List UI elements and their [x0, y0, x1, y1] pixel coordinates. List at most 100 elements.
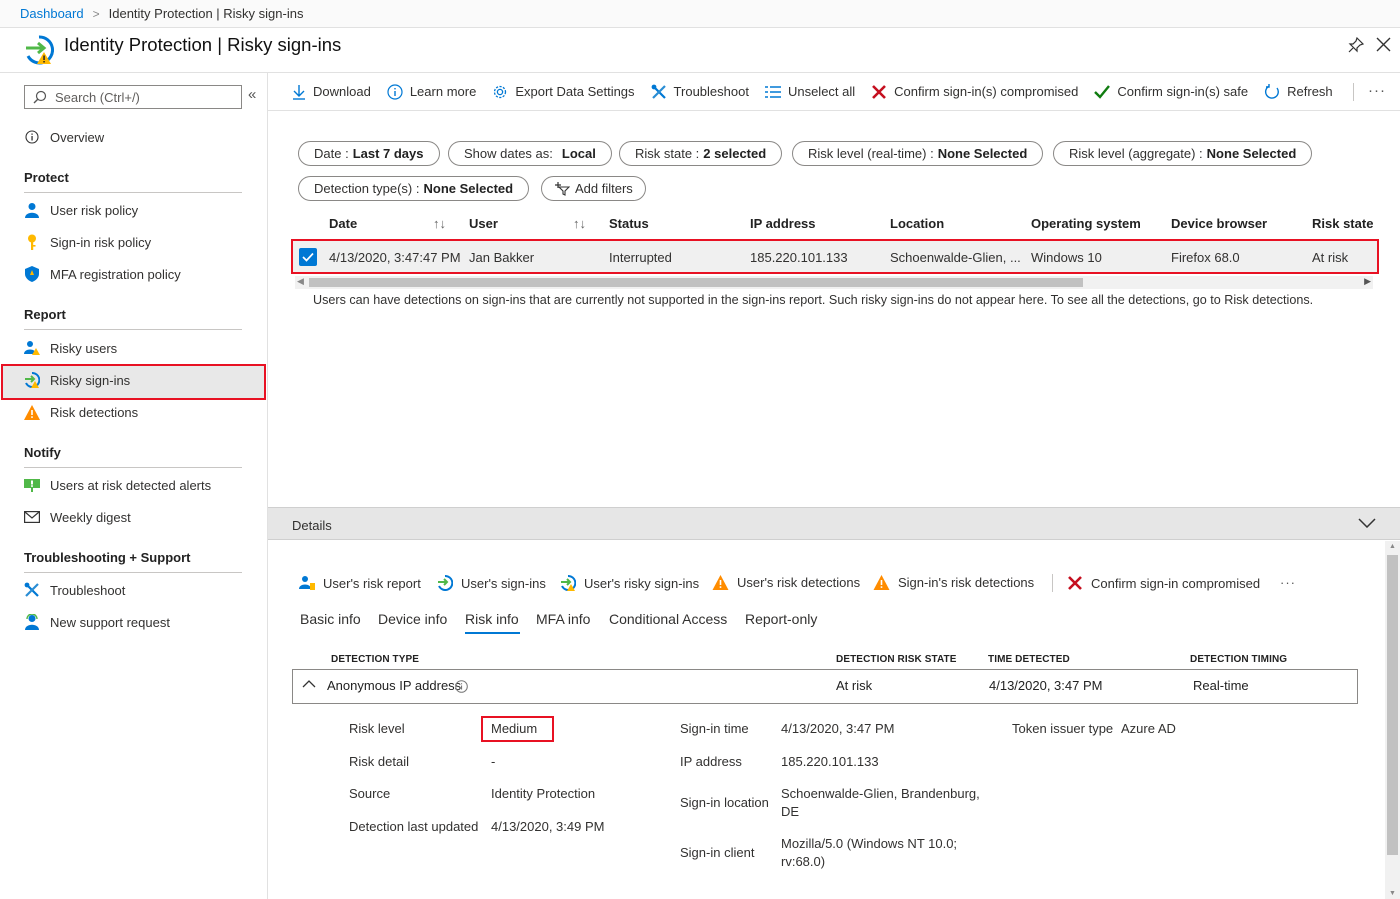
filter-detection-types[interactable]: Detection type(s) : None Selected	[298, 176, 530, 201]
sidebar-search-input[interactable]: Search (Ctrl+/)	[24, 85, 242, 109]
cell-ip-address: 185.220.101.133	[750, 250, 848, 265]
risk-level-value: Medium	[491, 721, 538, 736]
sign-in-time-label: Sign-in time	[680, 721, 749, 736]
sidebar-item-label: New support request	[50, 614, 170, 630]
filter-risk-level-aggregate[interactable]: Risk level (aggregate) : None Selected	[1053, 141, 1313, 166]
users-risk-report-button[interactable]: User's risk report	[299, 575, 421, 591]
column-header-date[interactable]: Date	[329, 216, 357, 231]
sidebar-item-risky-users[interactable]: Risky users	[24, 334, 117, 362]
download-button[interactable]: Download	[292, 84, 371, 100]
sign-ins-risk-detections-button[interactable]: Sign-in's risk detections	[873, 575, 1034, 590]
tab-device-info[interactable]: Device info	[378, 611, 447, 627]
detection-risk-state: At risk	[836, 678, 873, 693]
row-checkbox[interactable]	[299, 248, 317, 266]
chevron-up-icon[interactable]	[302, 680, 316, 688]
filter-date[interactable]: Date : Last 7 days	[298, 141, 440, 166]
info-icon[interactable]	[455, 680, 468, 693]
sign-in-client-label: Sign-in client	[680, 845, 755, 860]
filter-risk-state[interactable]: Risk state :2 selected	[619, 141, 783, 166]
filter-label: Date :	[314, 146, 349, 161]
users-risky-sign-ins-button[interactable]: User's risky sign-ins	[560, 575, 699, 591]
filter-label: Risk state :	[635, 146, 700, 161]
add-filters-button[interactable]: Add filters	[541, 176, 646, 201]
close-icon[interactable]	[1376, 37, 1391, 52]
search-placeholder: Search (Ctrl+/)	[55, 89, 140, 105]
column-header-device-browser[interactable]: Device browser	[1171, 216, 1267, 231]
troubleshoot-button[interactable]: Troubleshoot	[651, 84, 749, 100]
sidebar-item-label: Overview	[50, 129, 105, 145]
refresh-button[interactable]: Refresh	[1264, 83, 1333, 100]
vertical-scrollbar[interactable]: ▲ ▼	[1385, 541, 1400, 899]
sign-in-icon	[437, 575, 453, 591]
filter-show-dates[interactable]: Show dates as: Local	[448, 141, 612, 166]
sidebar-item-overview[interactable]: Overview	[24, 123, 104, 151]
export-data-settings-button[interactable]: Export Data Settings	[492, 84, 635, 100]
cell-location: Schoenwalde-Glien, ...	[890, 250, 1021, 265]
column-header-risk-state[interactable]: Risk state	[1312, 216, 1373, 231]
collapse-sidebar-icon[interactable]: «	[248, 86, 256, 103]
scroll-left-icon[interactable]: ◀	[297, 276, 304, 287]
detection-type: Anonymous IP address	[327, 678, 462, 693]
sign-in-location-value-line1: Schoenwalde-Glien, Brandenburg,	[781, 786, 980, 801]
pin-icon[interactable]	[1348, 37, 1364, 53]
scroll-right-icon[interactable]: ▶	[1364, 276, 1371, 287]
filter-risk-level-realtime[interactable]: Risk level (real-time) : None Selected	[792, 141, 1044, 166]
sidebar-divider	[24, 329, 242, 330]
sidebar-item-users-at-risk-alerts[interactable]: Users at risk detected alerts	[24, 471, 211, 499]
sidebar-item-mfa-registration-policy[interactable]: MFA registration policy	[24, 260, 181, 288]
checkmark-icon	[1094, 84, 1111, 99]
token-issuer-type-value: Azure AD	[1121, 721, 1176, 736]
sort-icon[interactable]: ↑↓	[433, 216, 446, 231]
tab-basic-info[interactable]: Basic info	[300, 611, 361, 627]
sidebar-item-sign-in-risk-policy[interactable]: Sign-in risk policy	[24, 228, 151, 256]
scrollbar-thumb[interactable]	[309, 278, 1083, 287]
confirm-safe-button[interactable]: Confirm sign-in(s) safe	[1094, 84, 1248, 99]
sort-icon[interactable]: ↑↓	[573, 216, 586, 231]
column-header-operating-system[interactable]: Operating system	[1031, 216, 1141, 231]
confirm-sign-in-compromised-button[interactable]: Confirm sign-in compromised	[1067, 575, 1260, 591]
risk-level-label: Risk level	[349, 721, 405, 736]
scroll-down-icon[interactable]: ▼	[1389, 890, 1396, 897]
users-sign-ins-button[interactable]: User's sign-ins	[437, 575, 546, 591]
sign-in-location-value-line2: DE	[781, 804, 800, 819]
x-mark-icon	[871, 84, 887, 100]
sidebar-divider	[24, 192, 242, 193]
unselect-all-button[interactable]: Unselect all	[764, 84, 855, 99]
sidebar-divider	[24, 572, 242, 573]
sidebar-section-support: Troubleshooting + Support	[24, 550, 191, 565]
chevron-down-icon[interactable]	[1358, 518, 1376, 528]
tab-conditional-access[interactable]: Conditional Access	[609, 611, 727, 627]
users-risk-detections-button[interactable]: User's risk detections	[712, 575, 860, 590]
sidebar-item-new-support-request[interactable]: New support request	[24, 608, 170, 636]
scroll-up-icon[interactable]: ▲	[1389, 543, 1396, 550]
tab-report-only[interactable]: Report-only	[745, 611, 817, 627]
alert-flag-icon	[24, 477, 40, 493]
horizontal-scrollbar[interactable]: ◀ ▶	[295, 276, 1373, 289]
filter-value: None Selected	[423, 181, 514, 196]
sidebar-item-troubleshoot[interactable]: Troubleshoot	[24, 576, 125, 604]
sidebar-item-risk-detections[interactable]: Risk detections	[24, 398, 138, 426]
column-header-location[interactable]: Location	[890, 216, 944, 231]
confirm-compromised-button[interactable]: Confirm sign-in(s) compromised	[871, 84, 1078, 100]
more-options-icon[interactable]: ···	[1368, 82, 1386, 99]
command-label: Sign-in's risk detections	[898, 575, 1035, 590]
tab-mfa-info[interactable]: MFA info	[536, 611, 590, 627]
details-panel-header[interactable]: Details	[268, 507, 1400, 540]
breadcrumb-dashboard-link[interactable]: Dashboard	[20, 6, 84, 21]
column-header-user[interactable]: User	[469, 216, 498, 231]
sidebar-item-risky-sign-ins[interactable]: Risky sign-ins	[24, 366, 130, 394]
sidebar-item-weekly-digest[interactable]: Weekly digest	[24, 503, 131, 531]
sidebar-item-user-risk-policy[interactable]: User risk policy	[24, 196, 138, 224]
column-header-status[interactable]: Status	[609, 216, 649, 231]
warning-icon	[873, 575, 890, 590]
cell-date: 4/13/2020, 3:47:47 PM	[329, 250, 461, 265]
scrollbar-thumb[interactable]	[1387, 555, 1398, 855]
filter-value: None Selected	[937, 146, 1028, 161]
details-more-options-icon[interactable]: ···	[1280, 575, 1296, 590]
risk-detail-label: Risk detail	[349, 754, 409, 769]
sign-in-time-value: 4/13/2020, 3:47 PM	[781, 721, 895, 736]
tools-icon	[24, 582, 40, 598]
learn-more-button[interactable]: Learn more	[387, 83, 476, 100]
column-header-ip-address[interactable]: IP address	[750, 216, 816, 231]
tab-risk-info[interactable]: Risk info	[465, 611, 519, 627]
